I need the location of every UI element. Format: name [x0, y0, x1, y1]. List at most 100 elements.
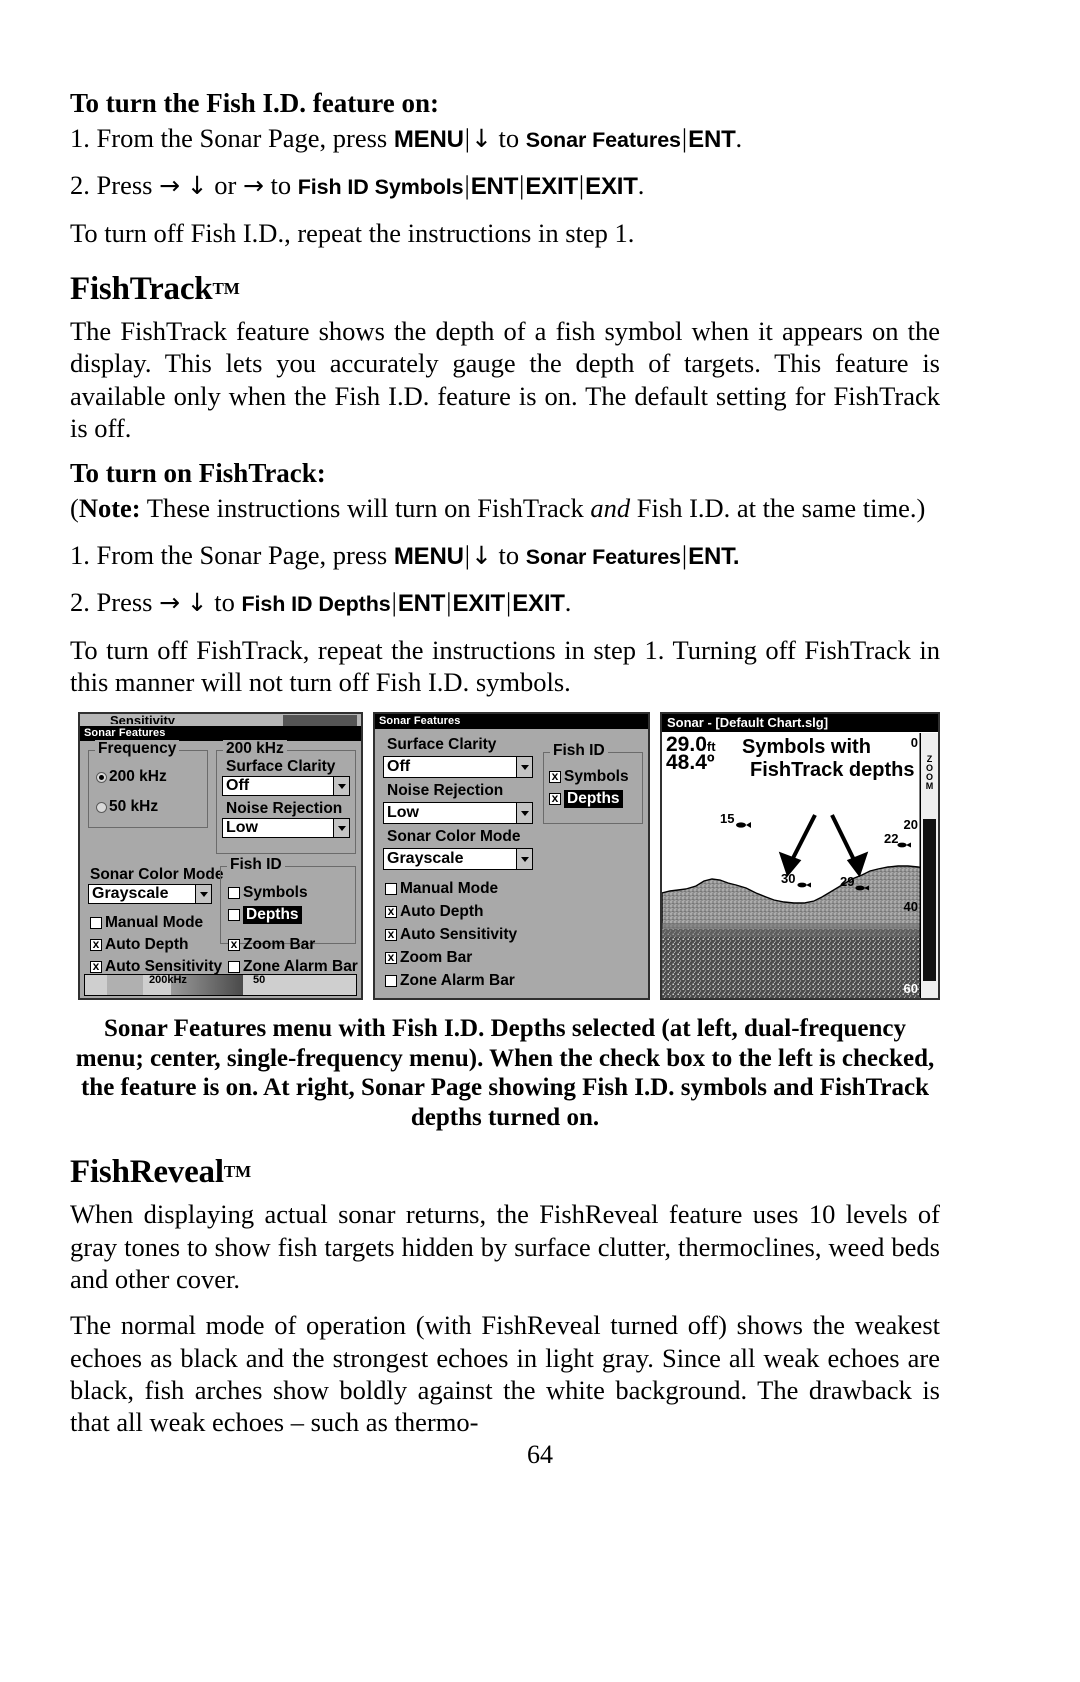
chevron-down-icon[interactable] — [516, 803, 532, 824]
checkbox-zone-alarm-bar[interactable]: Zone Alarm Bar — [385, 972, 515, 990]
mid-panel-titlebar: Sonar Features — [375, 714, 648, 730]
note-open-paren: ( — [70, 493, 79, 524]
checkbox-label: Zoom Bar — [243, 936, 316, 954]
checkbox-label: Auto Sensitivity — [400, 926, 518, 944]
step1-mid: to — [491, 122, 526, 153]
trademark-symbol: TM — [212, 279, 240, 299]
scale-label-60: 60 — [903, 981, 918, 997]
step2-prefix: 2. Press — [70, 170, 160, 201]
fish-depth-label-22: 22 — [884, 831, 899, 847]
checkbox-fish-id-symbols[interactable]: Symbols — [549, 768, 629, 786]
note-label: Note: — [78, 493, 141, 524]
frequency-group-label: Frequency — [95, 740, 180, 759]
note-italic-and: and — [590, 493, 631, 524]
fishtrack-step-2: 2. Press → ↓ to Fish ID Depths|ENT|EXIT|… — [70, 586, 940, 620]
checkbox-fish-id-depths[interactable]: Depths — [549, 790, 623, 809]
checkbox-label: Depths — [564, 790, 623, 809]
fish-id-group-label: Fish ID — [550, 742, 608, 761]
surface-clarity-value: Off — [387, 758, 411, 776]
surface-clarity-combobox[interactable]: Off — [222, 776, 350, 797]
key-ent: ENT — [397, 590, 446, 618]
fishid-step-1: 1. From the Sonar Page, press MENU|↓ to … — [70, 122, 940, 156]
noise-rejection-combobox[interactable]: Low — [222, 818, 350, 839]
step2-tail: . — [637, 170, 645, 201]
checkbox-manual-mode[interactable]: Manual Mode — [90, 914, 203, 932]
figure-sonar-features-screenshots: Sensitivity Sonar Features Frequency 200… — [78, 712, 940, 1001]
step-separator: | — [391, 588, 397, 618]
step1-tail: . — [735, 122, 743, 153]
right-arrow-icon: → — [159, 588, 181, 618]
bottom-bar-right-label: 50 — [253, 974, 266, 987]
noise-rejection-value: Low — [387, 804, 419, 822]
chevron-down-icon[interactable] — [333, 777, 349, 796]
fish-id-group: Fish ID — [220, 856, 356, 945]
checkbox-fish-id-depths[interactable]: Depths — [228, 906, 302, 925]
chevron-down-icon[interactable] — [195, 885, 211, 904]
sonar-page-titlebar: Sonar - [Default Chart.slg] — [662, 714, 938, 733]
fish-depth-label-15: 15 — [720, 811, 735, 827]
checkbox-label: Symbols — [243, 884, 308, 902]
chevron-down-icon[interactable] — [516, 757, 532, 778]
key-exit: EXIT — [525, 173, 578, 201]
key-exit: EXIT — [512, 590, 565, 618]
page-content: To turn the Fish I.D. feature on: 1. Fro… — [70, 88, 940, 1453]
ft-step1-mid: to — [491, 539, 526, 570]
noise-rejection-value: Low — [226, 819, 258, 837]
ft-step2-to: to — [207, 587, 242, 618]
color-mode-combobox[interactable]: Grayscale — [88, 884, 212, 905]
checkbox-box-icon — [385, 952, 397, 965]
step1-prefix: 1. From the Sonar Page, press — [70, 122, 394, 153]
screenshot-dual-frequency-menu: Sensitivity Sonar Features Frequency 200… — [78, 712, 363, 1001]
fishid-turnoff-note: To turn off Fish I.D., repeat the instru… — [70, 217, 635, 248]
down-arrow-icon: ↓ — [186, 171, 208, 201]
color-mode-combobox[interactable]: Grayscale — [383, 848, 533, 871]
figure-caption: Sonar Features menu with Fish I.D. Depth… — [75, 1015, 935, 1131]
surface-clarity-combobox[interactable]: Off — [383, 756, 533, 779]
radio-dot-icon — [96, 771, 107, 783]
checkbox-zoom-bar[interactable]: Zoom Bar — [385, 949, 472, 967]
noise-rejection-combobox[interactable]: Low — [383, 802, 533, 825]
radio-label: 50 kHz — [109, 798, 159, 816]
khz-group-label: 200 kHz — [223, 740, 287, 759]
fishreveal-title-text: FishReveal — [70, 1154, 224, 1191]
down-arrow-icon: ↓ — [470, 540, 492, 570]
checkbox-box-icon — [549, 771, 561, 784]
chevron-down-icon[interactable] — [516, 849, 532, 870]
checkbox-box-icon — [385, 975, 397, 988]
bottom-bar-left-label: 200kHz — [149, 974, 187, 987]
checkbox-auto-depth[interactable]: Auto Depth — [385, 903, 484, 921]
ft-step2-prefix: 2. Press — [70, 587, 160, 618]
key-ent: ENT — [470, 173, 519, 201]
checkbox-box-icon — [90, 961, 102, 974]
checkbox-zoom-bar[interactable]: Zoom Bar — [228, 936, 315, 954]
checkbox-label: Manual Mode — [400, 880, 499, 898]
fishid-heading: To turn the Fish I.D. feature on: — [70, 88, 440, 118]
radio-dot-icon — [96, 801, 107, 813]
screenshot-sonar-page: Sonar - [Default Chart.slg] 29.0ft 48.4º… — [660, 712, 940, 1001]
checkbox-box-icon — [549, 793, 561, 806]
scale-label-40: 40 — [903, 899, 918, 915]
frequency-group: Frequency — [88, 740, 208, 829]
checkbox-auto-depth[interactable]: Auto Depth — [90, 936, 189, 954]
sensitivity-label: Sensitivity — [110, 713, 176, 725]
checkbox-box-icon — [90, 917, 102, 930]
right-arrow-icon: → — [242, 171, 264, 201]
color-mode-label: Sonar Color Mode — [90, 866, 224, 884]
chevron-down-icon[interactable] — [333, 819, 349, 838]
right-arrow-icon: → — [159, 171, 181, 201]
radio-50khz[interactable]: 50 kHz — [96, 798, 158, 816]
fish-depth-label-30: 30 — [781, 871, 796, 887]
bottom-bar-segment — [107, 975, 143, 996]
checkbox-manual-mode[interactable]: Manual Mode — [385, 880, 498, 898]
screenshot-single-frequency-menu: Sonar Features Surface Clarity Off Noise… — [373, 712, 650, 1001]
checkbox-auto-sensitivity[interactable]: Auto Sensitivity — [385, 926, 517, 944]
radio-200khz[interactable]: 200 kHz — [96, 768, 167, 786]
key-menu: MENU — [393, 542, 464, 570]
surface-clarity-label: Surface Clarity — [226, 758, 336, 776]
checkbox-fish-id-symbols[interactable]: Symbols — [228, 884, 308, 902]
key-exit: EXIT — [452, 590, 505, 618]
annotation-line-2: FishTrack depths — [750, 759, 915, 782]
step2-or: or — [207, 170, 243, 201]
temperature-readout: 48.4º — [666, 751, 715, 775]
trademark-symbol: TM — [223, 1162, 252, 1182]
